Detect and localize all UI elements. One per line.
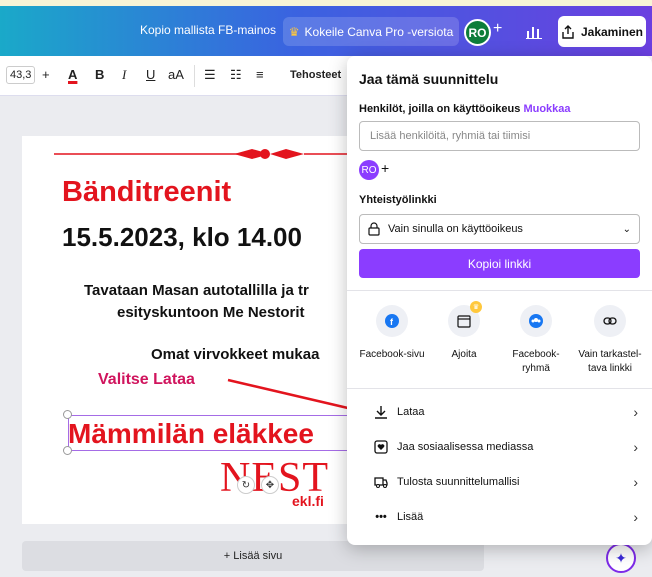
font-size-input[interactable]: 43,3 bbox=[6, 66, 36, 84]
download-icon bbox=[373, 404, 389, 420]
chevron-down-icon: ⌄ bbox=[622, 223, 631, 235]
logo-url: ekl.fi bbox=[292, 493, 324, 509]
underline-button[interactable]: U bbox=[146, 67, 155, 82]
share-option-view-only-link[interactable]: Vain tarkastel-tava linkki bbox=[573, 305, 647, 376]
add-collaborator-button[interactable]: + bbox=[493, 20, 502, 38]
divider bbox=[347, 388, 652, 389]
lock-icon bbox=[368, 222, 380, 236]
insights-button[interactable] bbox=[520, 18, 548, 46]
align-icon[interactable]: ☰ bbox=[204, 67, 216, 83]
top-bar: Kopio mallista FB-mainos ♛ Kokeile Canva… bbox=[0, 6, 652, 56]
text-color-button[interactable]: A bbox=[68, 67, 77, 82]
add-collaborator-small-button[interactable]: + bbox=[381, 160, 389, 176]
facebook-icon: f bbox=[385, 314, 399, 328]
chevron-right-icon: › bbox=[633, 474, 638, 490]
chevron-right-icon: › bbox=[633, 439, 638, 455]
menu-item-more[interactable]: ••• Lisää › bbox=[347, 500, 652, 534]
italic-button[interactable]: I bbox=[122, 67, 126, 83]
crown-badge-icon: ♛ bbox=[470, 301, 482, 313]
edit-access-link[interactable]: Muokkaa bbox=[523, 103, 570, 115]
share-panel: Jaa tämä suunnittelu Henkilöt, joilla on… bbox=[347, 56, 652, 545]
truck-icon bbox=[373, 474, 389, 490]
selection-box bbox=[68, 415, 358, 451]
share-panel-title: Jaa tämä suunnittelu bbox=[359, 71, 499, 87]
more-icon: ••• bbox=[375, 511, 387, 523]
add-page-button[interactable]: + Lisää sivu bbox=[22, 541, 484, 571]
body-line-2[interactable]: esityskuntoon Me Nestorit bbox=[117, 304, 305, 321]
group-icon bbox=[529, 314, 543, 328]
people-access-label: Henkilöt, joilla on käyttöoikeus Muokkaa bbox=[359, 103, 571, 115]
share-upload-icon bbox=[562, 24, 574, 39]
font-size-increase-button[interactable]: + bbox=[42, 67, 50, 82]
chevron-right-icon: › bbox=[633, 509, 638, 525]
add-people-input[interactable]: Lisää henkilöitä, ryhmiä tai tiimisi bbox=[359, 121, 640, 151]
resize-handle[interactable] bbox=[63, 410, 72, 419]
bold-button[interactable]: B bbox=[95, 67, 104, 82]
link-access-value: Vain sinulla on käyttöoikeus bbox=[388, 223, 523, 235]
effects-button[interactable]: Tehosteet bbox=[290, 69, 341, 81]
menu-item-download[interactable]: Lataa › bbox=[347, 395, 652, 429]
menu-item-social-share[interactable]: Jaa sosiaalisessa mediassa › bbox=[347, 430, 652, 464]
document-title[interactable]: Kopio mallista FB-mainos bbox=[140, 23, 276, 37]
list-icon[interactable]: ☷ bbox=[230, 67, 242, 83]
collaborator-avatar[interactable]: RO bbox=[359, 160, 379, 180]
body-line-3[interactable]: Omat virvokkeet mukaa bbox=[151, 346, 319, 363]
try-pro-label: Kokeile Canva Pro -versiota bbox=[304, 24, 454, 39]
annotation-label: Valitse Lataa bbox=[98, 371, 195, 388]
share-button[interactable]: Jakaminen bbox=[558, 16, 646, 47]
spacing-icon[interactable]: ≡ bbox=[256, 67, 264, 82]
menu-item-print[interactable]: Tulosta suunnittelumallisi › bbox=[347, 465, 652, 499]
bar-chart-icon bbox=[526, 27, 542, 39]
share-option-schedule[interactable]: ♛ Ajoita bbox=[427, 301, 501, 362]
toolbar-divider bbox=[194, 65, 195, 87]
sparkle-icon: ✦ bbox=[615, 549, 627, 566]
link-access-select[interactable]: Vain sinulla on käyttöoikeus ⌄ bbox=[359, 214, 640, 244]
try-pro-button[interactable]: ♛ Kokeile Canva Pro -versiota bbox=[283, 17, 459, 46]
link-icon bbox=[603, 317, 617, 325]
body-line-1[interactable]: Tavataan Masan autotallilla ja tr bbox=[84, 282, 309, 299]
collaboration-link-label: Yhteistyölinkki bbox=[359, 194, 437, 206]
chevron-right-icon: › bbox=[633, 404, 638, 420]
crown-icon: ♛ bbox=[288, 24, 300, 39]
event-title[interactable]: Bänditreenit bbox=[62, 176, 231, 209]
share-option-facebook-group[interactable]: Facebook-ryhmä bbox=[499, 305, 573, 376]
magic-assistant-button[interactable]: ✦ bbox=[606, 543, 636, 573]
divider bbox=[347, 290, 652, 291]
user-avatar[interactable]: RO bbox=[464, 19, 491, 46]
copy-link-button[interactable]: Kopioi linkki bbox=[359, 249, 640, 278]
letter-case-button[interactable]: aA bbox=[168, 67, 184, 82]
heart-icon bbox=[373, 439, 389, 455]
share-button-label: Jakaminen bbox=[580, 24, 644, 39]
share-option-facebook-page[interactable]: f Facebook-sivu bbox=[355, 305, 429, 362]
move-icon[interactable]: ✥ bbox=[261, 476, 279, 494]
calendar-icon bbox=[457, 315, 471, 328]
resize-handle[interactable] bbox=[63, 446, 72, 455]
event-date[interactable]: 15.5.2023, klo 14.00 bbox=[62, 222, 302, 253]
rotate-icon[interactable]: ↻ bbox=[237, 476, 255, 494]
